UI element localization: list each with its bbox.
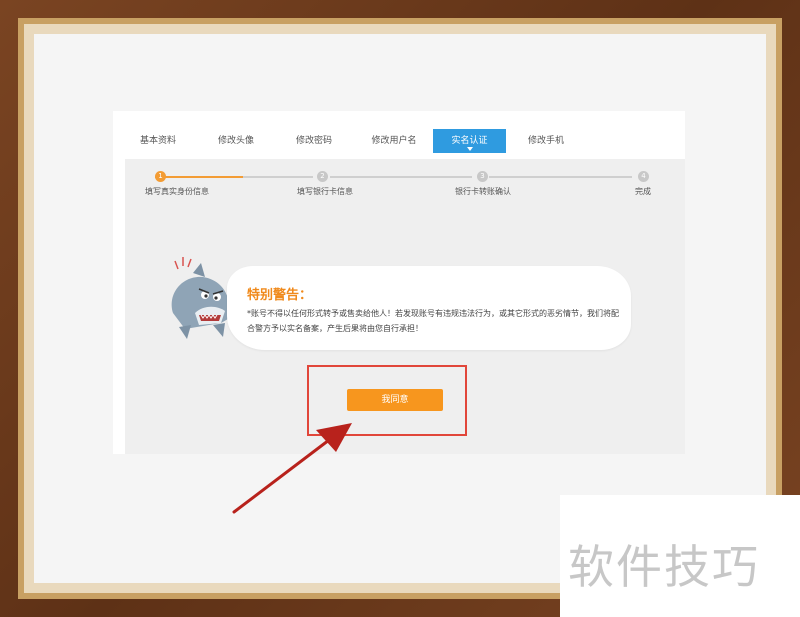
watermark-box: 软件技巧 — [560, 495, 800, 617]
watermark-text: 软件技巧 — [568, 540, 760, 594]
